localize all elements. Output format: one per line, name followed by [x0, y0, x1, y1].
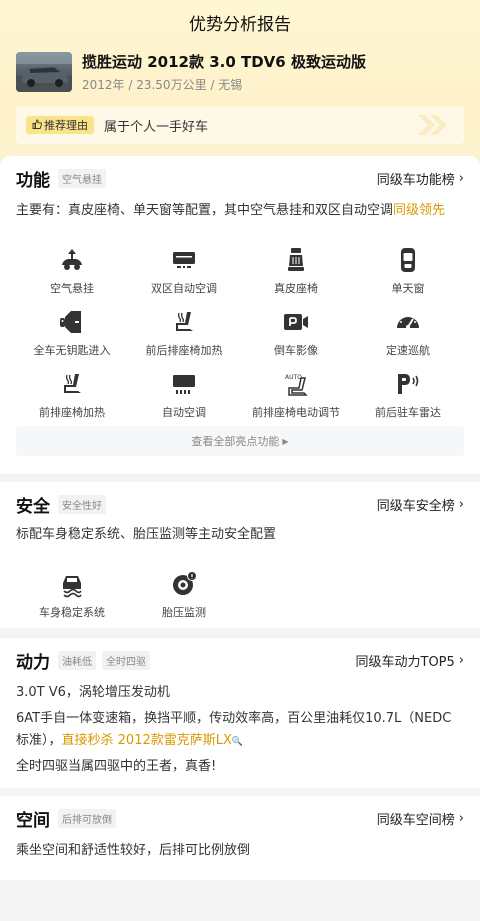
feature-cruise-control[interactable]: 定速巡航	[352, 306, 464, 368]
feature-keyless-entry[interactable]: 全车无钥匙进入	[16, 306, 128, 368]
car-thumbnail	[16, 52, 72, 92]
feature-label: 空气悬挂	[50, 282, 94, 295]
recommend-reason-label: 推荐理由	[44, 119, 88, 132]
feature-label: 单天窗	[391, 282, 425, 295]
leather-seat-icon	[288, 248, 304, 271]
recommend-reason-text: 属于个人一手好车	[104, 119, 209, 135]
car-summary[interactable]: 揽胜运动 2012款 3.0 TDV6 极致运动版 2012年 / 23.50万…	[16, 52, 366, 93]
feature-seat-heating[interactable]: 前后排座椅加热	[128, 306, 240, 368]
power-transmission-line: 6AT手自一体变速箱，换挡平顺，传动效率高，百公里油耗仅10.7L（NEDC	[16, 711, 452, 726]
space-rank-label: 同级车空间榜	[376, 812, 455, 828]
feature-sunroof[interactable]: 单天窗	[352, 244, 464, 306]
feature-dual-zone-ac[interactable]: 双区自动空调	[128, 244, 240, 306]
feature-reverse-camera[interactable]: 倒车影像	[240, 306, 352, 368]
power-rank-link[interactable]: 同级车动力TOP5 ›	[356, 651, 465, 670]
power-tag-2: 全时四驱	[102, 650, 150, 670]
recommend-reason-bar: 推荐理由 属于个人一手好车	[16, 106, 464, 144]
safety-feature-grid: 车身稳定系统 胎压监测	[16, 568, 464, 630]
triangle-right-icon: ▶	[282, 436, 289, 446]
feature-label: 胎压监测	[162, 606, 206, 619]
see-all-label: 查看全部亮点功能	[191, 435, 280, 448]
function-desc-text: 主要有：真皮座椅、单天窗等配置，其中空气悬挂和双区自动空调	[16, 203, 394, 218]
power-transmission-line-end: 标准），	[16, 733, 62, 748]
page-title: 优势分析报告	[189, 14, 291, 35]
chevron-right-icon: ›	[458, 652, 464, 668]
compare-link[interactable]: 直接秒杀 2012款雷克萨斯LX🔍	[62, 733, 244, 748]
cruise-control-icon	[397, 315, 419, 329]
feature-label: 前后驻车雷达	[375, 406, 441, 419]
safety-description: 标配车身稳定系统、胎压监测等主动安全配置	[16, 527, 277, 542]
feature-stability-system[interactable]: 车身稳定系统	[16, 568, 128, 630]
car-meta: 2012年 / 23.50万公里 / 无锡	[82, 78, 243, 92]
feature-label: 前排座椅电动调节	[252, 406, 340, 419]
chevron-right-icon: ›	[458, 810, 464, 826]
see-all-features-button[interactable]: 查看全部亮点功能 ▶	[16, 426, 464, 456]
function-rank-label: 同级车功能榜	[376, 172, 455, 188]
feature-label: 自动空调	[162, 406, 206, 419]
search-icon: 🔍	[231, 737, 244, 747]
feature-label: 真皮座椅	[274, 282, 318, 295]
space-title: 空间	[16, 810, 50, 831]
feature-label: 倒车影像	[274, 344, 318, 357]
feature-parking-radar[interactable]: 前后驻车雷达	[352, 368, 464, 430]
function-title: 功能	[16, 170, 50, 191]
feature-label: 前排座椅加热	[39, 406, 105, 419]
power-title: 动力	[16, 652, 50, 673]
dual-zone-ac-icon	[173, 252, 195, 268]
feature-leather-seat[interactable]: 真皮座椅	[240, 244, 352, 306]
safety-rank-link[interactable]: 同级车安全榜 ›	[377, 495, 464, 514]
power-seat-icon: AUTO	[285, 374, 308, 396]
function-desc-highlight: 同级领先	[393, 203, 446, 218]
power-rank-label: 同级车动力TOP5	[355, 654, 455, 670]
function-rank-link[interactable]: 同级车功能榜 ›	[377, 169, 464, 188]
feature-label: 定速巡航	[386, 344, 430, 357]
auto-ac-icon	[173, 375, 195, 394]
feature-auto-ac[interactable]: 自动空调	[128, 368, 240, 430]
power-section: 动力 油耗低 全时四驱 同级车动力TOP5 › 3.0T V6，涡轮增压发动机 …	[0, 638, 480, 788]
chevrons-decoration-icon	[416, 114, 450, 140]
feature-label: 双区自动空调	[151, 282, 217, 295]
chevron-right-icon: ›	[458, 496, 464, 512]
feature-air-suspension[interactable]: 空气悬挂	[16, 244, 128, 306]
space-rank-link[interactable]: 同级车空间榜 ›	[377, 809, 464, 828]
safety-rank-label: 同级车安全榜	[376, 498, 455, 514]
power-transmission-text: 6AT手自一体变速箱，换挡平顺，传动效率高，百公里油耗仅10.7L（NEDC 标…	[16, 708, 464, 753]
keyless-entry-icon	[60, 311, 81, 333]
parking-radar-icon	[398, 374, 419, 394]
feature-front-seat-heating[interactable]: 前排座椅加热	[16, 368, 128, 430]
chevron-right-icon: ›	[458, 170, 464, 186]
thumbs-up-icon	[32, 119, 42, 132]
feature-power-seat[interactable]: AUTO 前排座椅电动调节	[240, 368, 352, 430]
safety-title: 安全	[16, 496, 50, 517]
space-description: 乘坐空间和舒适性较好，后排可比例放倒	[16, 843, 251, 858]
feature-label: 车身稳定系统	[39, 606, 105, 619]
power-drive-text: 全时四驱当属四驱中的王者，真香!	[16, 759, 217, 774]
space-tag: 后排可放倒	[58, 808, 116, 828]
tire-pressure-icon	[173, 571, 197, 595]
function-section: 功能 空气悬挂 同级车功能榜 › 主要有：真皮座椅、单天窗等配置，其中空气悬挂和…	[0, 156, 480, 474]
safety-tag: 安全性好	[58, 494, 106, 514]
safety-section: 安全 安全性好 同级车安全榜 › 标配车身稳定系统、胎压监测等主动安全配置 车身…	[0, 482, 480, 628]
feature-tire-pressure[interactable]: 胎压监测	[128, 568, 240, 630]
power-tag-1: 油耗低	[58, 650, 96, 670]
feature-label: 全车无钥匙进入	[33, 344, 111, 357]
feature-label: 前后排座椅加热	[145, 344, 223, 357]
compare-link-label: 直接秒杀 2012款雷克萨斯LX	[61, 733, 232, 748]
function-description: 主要有：真皮座椅、单天窗等配置，其中空气悬挂和双区自动空调同级领先	[16, 200, 464, 222]
reverse-camera-icon	[284, 314, 308, 330]
recommend-reason-tag: 推荐理由	[26, 116, 94, 134]
front-seat-heating-icon	[64, 374, 81, 393]
function-feature-grid: 空气悬挂 双区自动空调 真皮座椅 单天窗 全车无钥匙进入 前后排座椅加热 倒车影…	[16, 244, 464, 430]
svg-text:AUTO: AUTO	[285, 374, 302, 381]
power-engine-text: 3.0T V6，涡轮增压发动机	[16, 685, 170, 700]
space-section: 空间 后排可放倒 同级车空间榜 › 乘坐空间和舒适性较好，后排可比例放倒	[0, 796, 480, 880]
stability-system-icon	[63, 576, 82, 598]
air-suspension-icon	[62, 249, 82, 270]
sunroof-icon	[401, 248, 415, 272]
function-tag: 空气悬挂	[58, 168, 106, 188]
seat-heating-icon	[176, 312, 193, 331]
car-name: 揽胜运动 2012款 3.0 TDV6 极致运动版	[82, 53, 366, 71]
